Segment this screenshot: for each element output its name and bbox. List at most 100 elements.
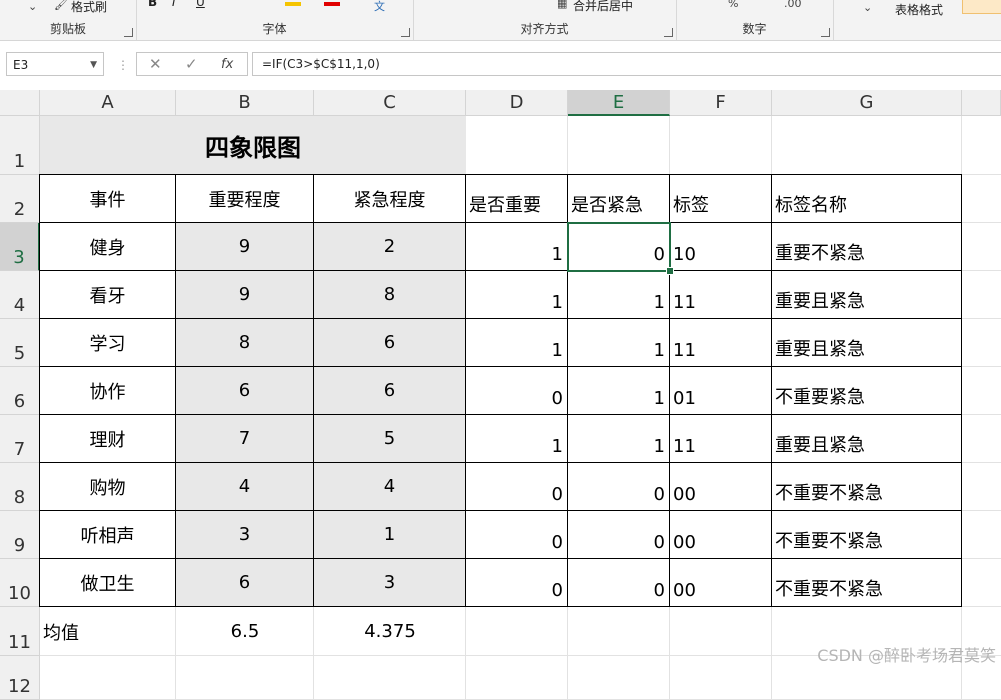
data-cell-r7-c3[interactable]: 5 [313,414,466,463]
data-cell-r4-c1[interactable]: 看牙 [39,270,176,319]
grid-cell[interactable] [962,116,1001,175]
grid-cell[interactable] [568,116,670,175]
format-painter-button[interactable]: 格式刷 [71,0,107,15]
grid-cell[interactable] [962,367,1001,415]
data-cell-r5-c7[interactable]: 重要且紧急 [771,318,962,367]
name-box[interactable]: E3 ▼ [6,52,104,76]
grid-cell[interactable] [962,559,1001,607]
select-all-corner[interactable] [0,90,40,116]
data-cell-r5-c3[interactable]: 6 [313,318,466,367]
header-cell-5[interactable]: 是否紧急 [567,174,670,223]
align-launcher-icon[interactable] [664,28,673,37]
header-cell-6[interactable]: 标签 [669,174,772,223]
data-cell-r3-c1[interactable]: 健身 [39,222,176,271]
data-cell-r7-c4[interactable]: 1 [465,414,568,463]
data-cell-r6-c3[interactable]: 6 [313,366,466,415]
grid-cell[interactable] [962,271,1001,319]
splitter-handle-icon[interactable]: ⋮ [117,58,129,72]
average-importance[interactable]: 6.5 [176,607,314,656]
data-cell-r6-c6[interactable]: 01 [669,366,772,415]
row-header-2[interactable]: 2 [0,175,40,223]
grid-cell[interactable] [962,223,1001,271]
cancel-icon[interactable]: ✕ [149,55,162,73]
data-cell-r6-c4[interactable]: 0 [465,366,568,415]
data-cell-r6-c7[interactable]: 不重要紧急 [771,366,962,415]
grid-cell[interactable] [568,607,670,656]
grid-cell[interactable] [314,656,466,700]
grid-cell[interactable] [670,116,772,175]
data-cell-r5-c6[interactable]: 11 [669,318,772,367]
data-cell-r8-c6[interactable]: 00 [669,462,772,511]
column-header-g[interactable]: G [772,90,962,116]
grid-cell[interactable] [670,656,772,700]
table-format-button[interactable]: 表格格式 [895,1,943,18]
percent-icon[interactable]: % [728,0,738,10]
chevron-down-icon[interactable]: ▼ [90,53,97,77]
number-launcher-icon[interactable] [821,28,830,37]
chevron-down-icon[interactable]: ⌄ [863,1,872,14]
grid-cell[interactable] [40,656,176,700]
grid-cell[interactable] [176,656,314,700]
grid-cell[interactable] [962,415,1001,463]
data-cell-r10-c2[interactable]: 6 [175,558,314,607]
merge-center-button[interactable]: 合并后居中 [573,0,633,14]
header-cell-1[interactable]: 事件 [39,174,176,223]
bold-button[interactable]: B [148,0,157,9]
row-header-10[interactable]: 10 [0,559,40,607]
grid-cell[interactable] [670,607,772,656]
column-header-a[interactable]: A [40,90,176,116]
data-cell-r5-c4[interactable]: 1 [465,318,568,367]
data-cell-r5-c5[interactable]: 1 [567,318,670,367]
column-header-b[interactable]: B [176,90,314,116]
grid-cell[interactable] [962,175,1001,223]
data-cell-r6-c5[interactable]: 1 [567,366,670,415]
data-cell-r8-c1[interactable]: 购物 [39,462,176,511]
row-header-5[interactable]: 5 [0,319,40,367]
row-header-6[interactable]: 6 [0,367,40,415]
row-header-8[interactable]: 8 [0,463,40,511]
data-cell-r10-c3[interactable]: 3 [313,558,466,607]
row-header-3[interactable]: 3 [0,223,40,271]
grid-cell[interactable] [466,116,568,175]
data-cell-r10-c5[interactable]: 0 [567,558,670,607]
data-cell-r10-c7[interactable]: 不重要不紧急 [771,558,962,607]
data-cell-r8-c5[interactable]: 0 [567,462,670,511]
grid-cell[interactable] [772,116,962,175]
average-label[interactable]: 均值 [40,607,176,656]
grid-cell[interactable] [466,607,568,656]
data-cell-r3-c7[interactable]: 重要不紧急 [771,222,962,271]
font-color-icon[interactable] [324,2,340,6]
active-cell-selection[interactable] [567,222,671,272]
data-cell-r9-c2[interactable]: 3 [175,510,314,559]
data-cell-r4-c6[interactable]: 11 [669,270,772,319]
row-header-9[interactable]: 9 [0,511,40,559]
data-cell-r8-c4[interactable]: 0 [465,462,568,511]
data-cell-r7-c1[interactable]: 理财 [39,414,176,463]
merge-center-icon[interactable]: ▦ [557,0,567,10]
data-cell-r8-c7[interactable]: 不重要不紧急 [771,462,962,511]
data-cell-r10-c1[interactable]: 做卫生 [39,558,176,607]
grid-cell[interactable] [962,511,1001,559]
data-cell-r8-c3[interactable]: 4 [313,462,466,511]
underline-button[interactable]: U [196,0,205,9]
data-cell-r10-c6[interactable]: 00 [669,558,772,607]
data-cell-r4-c4[interactable]: 1 [465,270,568,319]
data-cell-r5-c1[interactable]: 学习 [39,318,176,367]
row-header-11[interactable]: 11 [0,607,40,656]
clipboard-launcher-icon[interactable] [124,28,133,37]
formula-input[interactable]: =IF(C3>$C$11,1,0) [252,52,1001,76]
row-header-4[interactable]: 4 [0,271,40,319]
cell-style-swatch[interactable] [962,0,1001,14]
data-cell-r3-c6[interactable]: 10 [669,222,772,271]
data-cell-r7-c2[interactable]: 7 [175,414,314,463]
data-cell-r3-c2[interactable]: 9 [175,222,314,271]
font-launcher-icon[interactable] [401,28,410,37]
column-header-f[interactable]: F [670,90,772,116]
data-cell-r4-c3[interactable]: 8 [313,270,466,319]
data-cell-r4-c5[interactable]: 1 [567,270,670,319]
grid-cell[interactable] [568,656,670,700]
data-cell-r6-c1[interactable]: 协作 [39,366,176,415]
header-cell-4[interactable]: 是否重要 [465,174,568,223]
data-cell-r4-c7[interactable]: 重要且紧急 [771,270,962,319]
grid-cell[interactable] [466,656,568,700]
